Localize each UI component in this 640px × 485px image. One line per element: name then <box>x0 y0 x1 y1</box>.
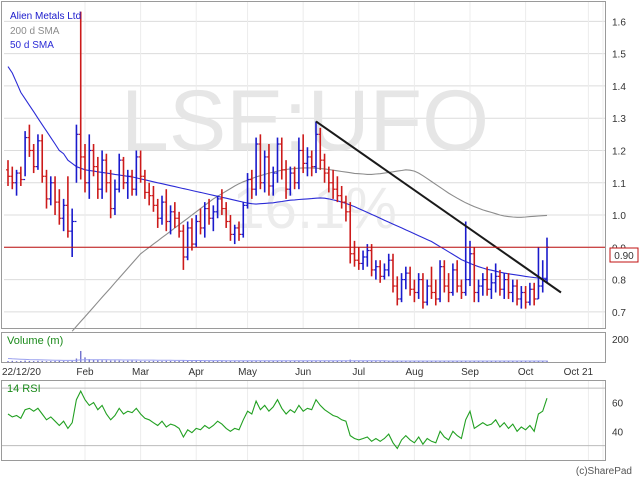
volume-axis: 200 <box>612 335 629 346</box>
legend-sma200: 200 d SMA <box>10 26 60 37</box>
current-price-label: 0.90 <box>614 251 634 262</box>
volume-panel-frame <box>1 332 606 363</box>
current-price-tag: 0.90 <box>609 247 639 263</box>
volume-tick-label: 200 <box>612 335 629 346</box>
time-axis-label: Oct <box>518 367 534 378</box>
rsi-axis: 60 40 <box>612 399 624 439</box>
rsi-tick-label: 40 <box>612 427 624 438</box>
price-tick-label: 1.4 <box>612 82 626 93</box>
time-axis-label: Sep <box>461 367 479 378</box>
time-axis-label: Jul <box>352 367 365 378</box>
time-axis-label: Jun <box>295 367 311 378</box>
price-tick-label: 1.0 <box>612 211 626 222</box>
time-axis-label: Oct 21 <box>564 367 594 378</box>
credit-text: (c)SharePad <box>576 466 632 477</box>
legend-sma50: 50 d SMA <box>10 40 54 51</box>
time-axis-label: 22/12/20 <box>2 367 41 378</box>
watermark-change: -16.1% <box>213 176 397 241</box>
price-axis: 0.70.80.91.01.11.21.31.41.51.6 <box>612 17 626 318</box>
rsi-tick-label: 60 <box>612 399 624 410</box>
price-tick-label: 0.8 <box>612 276 626 287</box>
time-axis-label: Aug <box>405 367 423 378</box>
price-tick-label: 1.3 <box>612 114 626 125</box>
price-tick-label: 1.2 <box>612 146 626 157</box>
volume-label: Volume (m) <box>7 335 63 347</box>
stock-chart: LSE:UFO -16.1% Alien Metals Ltd 200 d SM… <box>0 0 640 480</box>
watermark-ticker: LSE:UFO <box>121 73 489 169</box>
price-tick-label: 1.6 <box>612 17 626 28</box>
price-tick-label: 1.1 <box>612 179 626 190</box>
time-axis: 22/12/20 Feb Mar Apr May Jun Jul Aug Sep Oct Oct 2… <box>2 367 594 378</box>
time-axis-label: Apr <box>188 367 204 378</box>
legend-ticker: Alien Metals Ltd <box>10 11 81 22</box>
time-axis-label: Mar <box>132 367 150 378</box>
price-tick-label: 1.5 <box>612 50 626 61</box>
price-tick-label: 0.7 <box>612 308 626 319</box>
chart-svg: LSE:UFO -16.1% Alien Metals Ltd 200 d SM… <box>1 1 639 477</box>
rsi-label: 14 RSI <box>7 383 41 395</box>
time-axis-label: Feb <box>76 367 94 378</box>
time-axis-label: May <box>238 367 257 378</box>
